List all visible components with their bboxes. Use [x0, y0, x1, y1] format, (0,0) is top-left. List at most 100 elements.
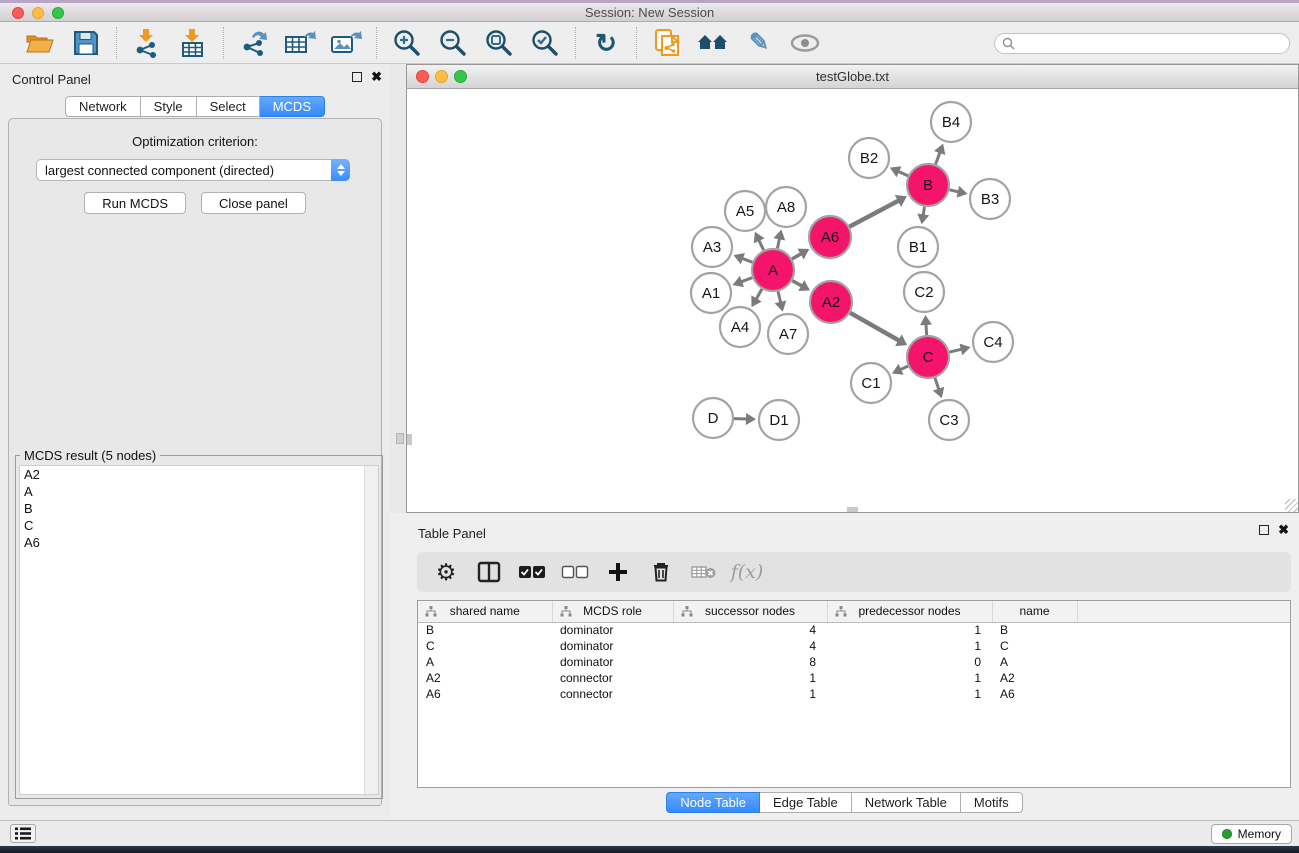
table-cell[interactable]: dominator [552, 638, 673, 654]
table-cell[interactable]: 1 [827, 686, 992, 702]
edge-C-C4[interactable] [949, 349, 962, 352]
export-image-button[interactable] [328, 26, 364, 60]
home-view-button[interactable] [695, 26, 731, 60]
table-cell[interactable]: A6 [992, 686, 1077, 702]
table-cell[interactable]: 1 [827, 670, 992, 686]
close-table-panel-icon[interactable]: ✖ [1278, 525, 1289, 535]
mcds-result-item[interactable]: C [20, 517, 378, 534]
mcds-result-scrollbar[interactable] [364, 466, 378, 794]
edge-B-B4[interactable] [936, 151, 941, 164]
table-cell[interactable]: 4 [673, 622, 827, 638]
table-cell[interactable]: dominator [552, 654, 673, 670]
tab-network[interactable]: Network [65, 96, 141, 117]
export-network-button[interactable] [236, 26, 272, 60]
table-cell[interactable]: A [418, 654, 552, 670]
clone-network-button[interactable] [649, 26, 685, 60]
table-cell[interactable]: C [418, 638, 552, 654]
table-cell[interactable]: dominator [552, 622, 673, 638]
table-row[interactable]: Cdominator41C [418, 638, 1291, 654]
minimize-window-button[interactable] [32, 7, 44, 19]
column-header[interactable]: name [992, 601, 1077, 622]
table-row[interactable]: A2connector11A2 [418, 670, 1291, 686]
deselect-all-columns-button[interactable] [561, 557, 589, 587]
import-table-button[interactable] [175, 26, 211, 60]
node-table[interactable]: shared nameMCDS rolesuccessor nodesprede… [418, 601, 1291, 702]
window-resize-grip[interactable] [1285, 499, 1298, 512]
tab-edge-table[interactable]: Edge Table [760, 792, 852, 813]
tab-select[interactable]: Select [197, 96, 260, 117]
network-close-button[interactable] [416, 70, 429, 83]
mcds-result-item[interactable]: A6 [20, 534, 378, 551]
network-zoom-button[interactable] [454, 70, 467, 83]
table-cell[interactable]: A2 [418, 670, 552, 686]
mcds-result-item[interactable]: A2 [20, 466, 378, 483]
table-cell[interactable]: 1 [673, 686, 827, 702]
edge-C-C3[interactable] [935, 378, 939, 391]
network-graph[interactable]: B4B2BB3A8A5A6A3B1AA1C2A2A4A7C4CC1C3DD1 [407, 89, 1298, 512]
show-columns-button[interactable] [475, 557, 503, 587]
column-header[interactable]: predecessor nodes [827, 601, 992, 622]
zoom-fit-button[interactable] [481, 26, 517, 60]
table-row[interactable]: Adominator80A [418, 654, 1291, 670]
table-cell[interactable]: C [992, 638, 1077, 654]
table-cell[interactable]: connector [552, 686, 673, 702]
tab-node-table[interactable]: Node Table [666, 792, 760, 813]
split-divider-handle[interactable] [396, 433, 404, 444]
column-header[interactable]: MCDS role [552, 601, 673, 622]
import-network-button[interactable] [129, 26, 165, 60]
memory-button[interactable]: Memory [1211, 824, 1292, 844]
network-window-titlebar[interactable]: testGlobe.txt [407, 65, 1298, 89]
open-session-button[interactable] [22, 26, 58, 60]
close-panel-button[interactable]: Close panel [201, 192, 306, 214]
float-table-panel-icon[interactable] [1259, 525, 1269, 535]
zoom-in-button[interactable] [389, 26, 425, 60]
table-cell[interactable]: B [418, 622, 552, 638]
create-column-button[interactable] [604, 557, 632, 587]
table-cell[interactable]: B [992, 622, 1077, 638]
tab-style[interactable]: Style [141, 96, 197, 117]
edge-A2-C[interactable] [850, 313, 900, 341]
refresh-view-button[interactable]: ↻ [588, 26, 624, 60]
float-panel-icon[interactable] [352, 72, 362, 82]
network-minimize-button[interactable] [435, 70, 448, 83]
window-titlebar[interactable]: Session: New Session [0, 3, 1299, 22]
table-cell[interactable]: 0 [827, 654, 992, 670]
network-view-window[interactable]: testGlobe.txt B4B2BB3A8A5A6A3B1AA1C2A2A4… [406, 64, 1299, 513]
optimization-criterion-dropdown[interactable]: largest connected component (directed) [36, 159, 350, 181]
table-cell[interactable]: 8 [673, 654, 827, 670]
mcds-result-item[interactable]: B [20, 500, 378, 517]
search-input[interactable] [1020, 37, 1289, 51]
run-mcds-button[interactable]: Run MCDS [84, 192, 186, 214]
delete-table-button[interactable] [690, 557, 718, 587]
mcds-result-item[interactable]: A [20, 483, 378, 500]
table-cell[interactable]: 1 [673, 670, 827, 686]
zoom-out-button[interactable] [435, 26, 471, 60]
table-cell[interactable]: 1 [827, 622, 992, 638]
annotation-toggle-button[interactable]: ✎ [741, 26, 777, 60]
save-session-button[interactable] [68, 26, 104, 60]
tab-mcds[interactable]: MCDS [260, 96, 325, 117]
edge-A6-B[interactable] [849, 200, 899, 227]
close-window-button[interactable] [12, 7, 24, 19]
column-settings-button[interactable]: ⚙ [432, 557, 460, 587]
show-graphics-button[interactable] [787, 26, 823, 60]
table-cell[interactable]: A6 [418, 686, 552, 702]
zoom-selected-button[interactable] [527, 26, 563, 60]
delete-column-button[interactable] [647, 557, 675, 587]
close-panel-icon[interactable]: ✖ [371, 72, 382, 82]
tab-network-table[interactable]: Network Table [852, 792, 961, 813]
task-history-button[interactable] [10, 824, 36, 843]
network-canvas[interactable]: B4B2BB3A8A5A6A3B1AA1C2A2A4A7C4CC1C3DD1 [407, 89, 1298, 512]
table-row[interactable]: Bdominator41B [418, 622, 1291, 638]
table-cell[interactable]: 1 [827, 638, 992, 654]
column-header[interactable]: shared name [418, 601, 552, 622]
table-cell[interactable]: A2 [992, 670, 1077, 686]
zoom-window-button[interactable] [52, 7, 64, 19]
search-field[interactable] [994, 33, 1290, 54]
table-row[interactable]: A6connector11A6 [418, 686, 1291, 702]
column-header[interactable]: successor nodes [673, 601, 827, 622]
table-cell[interactable]: A [992, 654, 1077, 670]
function-builder-button[interactable]: f(x) [733, 557, 761, 587]
table-cell[interactable]: 4 [673, 638, 827, 654]
tab-motifs[interactable]: Motifs [961, 792, 1023, 813]
